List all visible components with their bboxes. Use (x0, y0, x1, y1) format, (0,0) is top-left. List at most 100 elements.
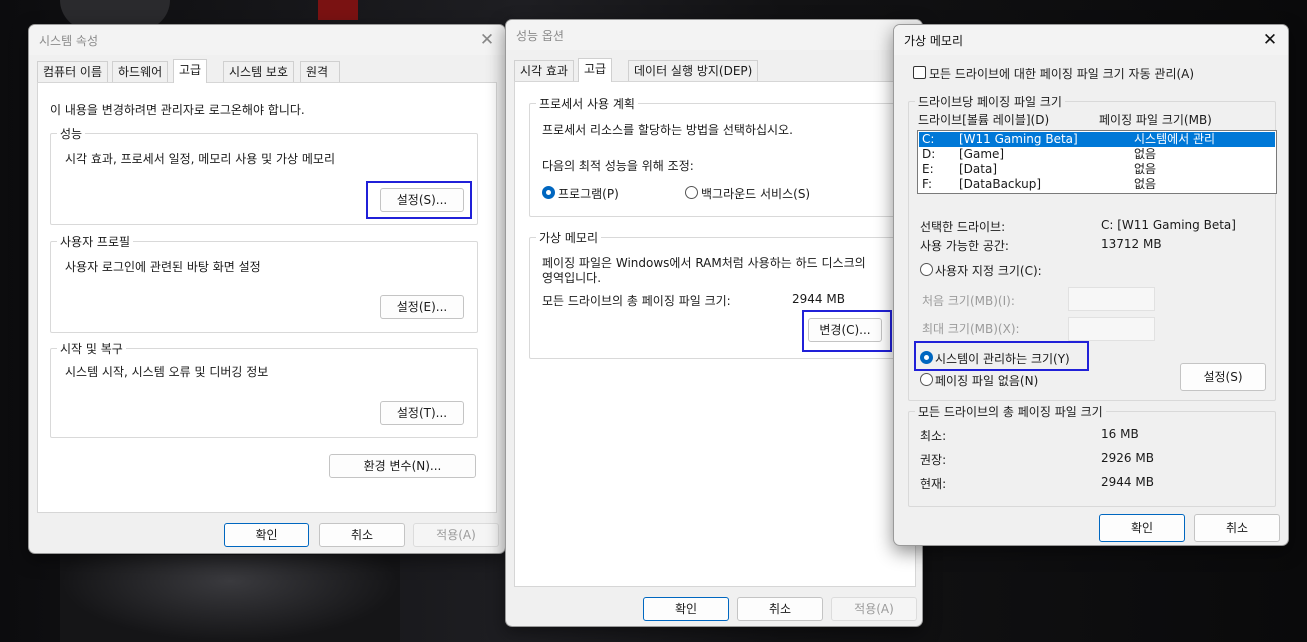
titlebar: 시스템 속성 ✕ (29, 25, 505, 55)
free-space-label: 사용 가능한 공간: (920, 239, 1009, 253)
startup-recovery-desc: 시스템 시작, 시스템 오류 및 디버깅 정보 (65, 365, 269, 379)
startup-recovery-legend: 시작 및 복구 (57, 340, 126, 357)
user-profiles-settings-button[interactable]: 설정(E)... (380, 295, 464, 319)
performance-legend: 성능 (57, 125, 86, 142)
adjust-for-label: 다음의 최적 성능을 위해 조정: (542, 159, 694, 173)
change-button[interactable]: 변경(C)... (808, 318, 882, 342)
drive-size: 없음 (1134, 147, 1157, 161)
custom-size-label[interactable]: 사용자 지정 크기(C): (935, 262, 1042, 279)
user-profiles-desc: 사용자 로그인에 관련된 바탕 화면 설정 (65, 260, 261, 274)
window-title: 성능 옵션 (516, 29, 564, 43)
cancel-button[interactable]: 취소 (1194, 514, 1280, 542)
tab-computer-name[interactable]: 컴퓨터 이름 (37, 61, 109, 82)
selected-drive-label: 선택한 드라이브: (920, 220, 1006, 234)
background-services-label[interactable]: 백그라운드 서비스(S) (701, 185, 810, 202)
advanced-panel: 프로세서 사용 계획 프로세서 리소스를 할당하는 방법을 선택하십시오. 다음… (514, 81, 916, 587)
per-drive-legend: 드라이브당 페이징 파일 크기 (915, 93, 1065, 110)
user-profiles-group: 사용자 프로필 사용자 로그인에 관련된 바탕 화면 설정 (50, 233, 478, 333)
apply-button[interactable]: 적용(A) (413, 523, 499, 547)
close-icon[interactable]: ✕ (1258, 29, 1282, 51)
background-services-radio[interactable] (685, 186, 698, 199)
wallpaper-red-accent (318, 0, 358, 20)
max-size-label: 최대 크기(MB)(X): (922, 322, 1020, 336)
drive-size: 시스템에서 관리 (1134, 132, 1216, 146)
selected-drive-value: C: [W11 Gaming Beta] (1101, 218, 1236, 232)
no-paging-radio[interactable] (920, 373, 933, 386)
drive-row[interactable]: C: [W11 Gaming Beta] 시스템에서 관리 (919, 132, 1275, 147)
virtual-memory-legend: 가상 메모리 (536, 229, 602, 246)
advanced-panel: 이 내용을 변경하려면 관리자로 로그온해야 합니다. 성능 시각 효과, 프로… (37, 82, 497, 513)
drive-label: [DataBackup] (959, 177, 1042, 191)
drive-row[interactable]: E: [Data] 없음 (919, 162, 1275, 177)
admin-note: 이 내용을 변경하려면 관리자로 로그온해야 합니다. (50, 103, 305, 117)
window-title: 시스템 속성 (39, 34, 99, 48)
startup-recovery-settings-button[interactable]: 설정(T)... (380, 401, 464, 425)
titlebar: 가상 메모리 ✕ (894, 25, 1288, 55)
current-value: 2944 MB (1101, 475, 1154, 489)
cancel-button[interactable]: 취소 (319, 523, 405, 547)
tab-dep[interactable]: 데이터 실행 방지(DEP) (628, 60, 759, 81)
minimum-label: 최소: (920, 429, 947, 443)
max-size-input[interactable] (1068, 317, 1155, 341)
no-paging-label[interactable]: 페이징 파일 없음(N) (935, 372, 1038, 389)
custom-size-radio[interactable] (920, 263, 933, 276)
drive-size: 없음 (1134, 177, 1157, 191)
titlebar: 성능 옵션 (506, 20, 922, 50)
free-space-value: 13712 MB (1101, 237, 1162, 251)
drive-column-header: 드라이브[볼륨 레이블](D) (918, 113, 1050, 127)
system-properties-window: 시스템 속성 ✕ 컴퓨터 이름 하드웨어 고급 시스템 보호 원격 이 내용을 … (28, 24, 506, 554)
environment-variables-button[interactable]: 환경 변수(N)... (329, 454, 476, 478)
drive-label: [Data] (959, 162, 998, 176)
drive-label: [Game] (959, 147, 1005, 161)
processor-scheduling-desc: 프로세서 리소스를 할당하는 방법을 선택하십시오. (542, 123, 793, 137)
close-icon[interactable]: ✕ (475, 29, 499, 51)
system-managed-label[interactable]: 시스템이 관리하는 크기(Y) (935, 350, 1070, 367)
processor-scheduling-group: 프로세서 사용 계획 프로세서 리소스를 할당하는 방법을 선택하십시오. 다음… (529, 95, 903, 217)
cancel-button[interactable]: 취소 (737, 597, 823, 621)
drive-label: [W11 Gaming Beta] (959, 132, 1078, 146)
auto-manage-checkbox[interactable] (913, 66, 926, 79)
tab-system-protection[interactable]: 시스템 보호 (223, 61, 295, 82)
processor-scheduling-legend: 프로세서 사용 계획 (536, 95, 638, 112)
virtual-memory-window: 가상 메모리 ✕ 모든 드라이브에 대한 페이징 파일 크기 자동 관리(A) … (893, 24, 1289, 546)
performance-desc: 시각 효과, 프로세서 일정, 메모리 사용 및 가상 메모리 (65, 152, 335, 166)
size-column-header: 페이징 파일 크기(MB) (1099, 113, 1212, 127)
drive-row[interactable]: D: [Game] 없음 (919, 147, 1275, 162)
ok-button[interactable]: 확인 (224, 523, 309, 547)
tab-advanced[interactable]: 고급 (173, 59, 208, 83)
total-paging-value: 2944 MB (792, 292, 845, 306)
drive-row[interactable]: F: [DataBackup] 없음 (919, 177, 1275, 192)
ok-button[interactable]: 확인 (1099, 514, 1185, 542)
drive-letter: C: (922, 132, 935, 146)
tab-remote[interactable]: 원격 (300, 61, 340, 82)
tab-hardware[interactable]: 하드웨어 (112, 61, 169, 82)
total-paging-label: 모든 드라이브의 총 페이징 파일 크기: (542, 294, 731, 308)
drive-letter: E: (922, 162, 934, 176)
performance-settings-button[interactable]: 설정(S)... (380, 188, 464, 212)
recommended-value: 2926 MB (1101, 451, 1154, 465)
current-label: 현재: (920, 477, 947, 491)
recommended-label: 권장: (920, 453, 947, 467)
initial-size-label: 처음 크기(MB)(I): (922, 294, 1015, 308)
programs-radio[interactable] (542, 186, 555, 199)
window-title: 가상 메모리 (904, 34, 964, 48)
drive-letter: D: (922, 147, 936, 161)
minimum-value: 16 MB (1101, 427, 1139, 441)
tab-visual-effects[interactable]: 시각 효과 (514, 60, 574, 81)
virtual-memory-desc-line2: 영역입니다. (542, 271, 602, 285)
user-profiles-legend: 사용자 프로필 (57, 233, 134, 250)
tab-advanced[interactable]: 고급 (578, 58, 613, 82)
auto-manage-label[interactable]: 모든 드라이브에 대한 페이징 파일 크기 자동 관리(A) (929, 65, 1194, 82)
drive-list[interactable]: C: [W11 Gaming Beta] 시스템에서 관리 D: [Game] … (917, 130, 1277, 194)
total-paging-legend: 모든 드라이브의 총 페이징 파일 크기 (915, 403, 1106, 420)
set-button[interactable]: 설정(S) (1180, 363, 1266, 391)
drive-letter: F: (922, 177, 933, 191)
performance-options-window: 성능 옵션 시각 효과 고급 데이터 실행 방지(DEP) 프로세서 사용 계획… (505, 19, 923, 627)
ok-button[interactable]: 확인 (643, 597, 729, 621)
initial-size-input[interactable] (1068, 287, 1155, 311)
system-managed-radio[interactable] (920, 351, 933, 364)
wallpaper-figure-lower (60, 555, 400, 642)
apply-button[interactable]: 적용(A) (831, 597, 917, 621)
programs-label[interactable]: 프로그램(P) (558, 185, 619, 202)
drive-size: 없음 (1134, 162, 1157, 176)
